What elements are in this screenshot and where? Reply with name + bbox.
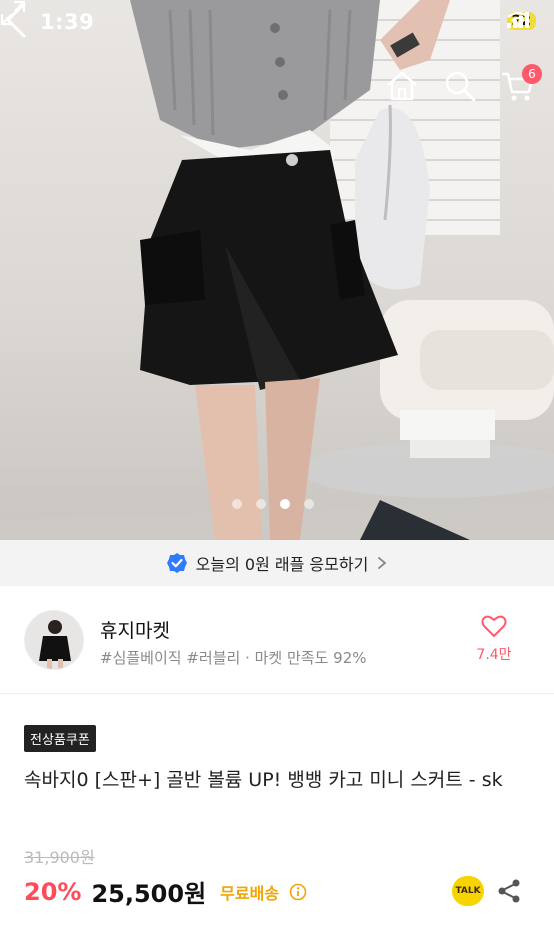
heart-icon bbox=[481, 615, 507, 637]
original-price: 31,900원 bbox=[24, 848, 95, 867]
seller-avatar[interactable] bbox=[24, 610, 84, 670]
like-button[interactable]: 7.4만 bbox=[464, 614, 524, 664]
home-icon[interactable] bbox=[384, 68, 420, 104]
like-count: 7.4만 bbox=[476, 647, 512, 663]
free-shipping-label: 무료배송 bbox=[220, 883, 280, 903]
promo-text: 오늘의 0원 래플 응모하기 bbox=[195, 555, 369, 574]
seller-info[interactable]: 휴지마켓 #심플베이직 #러블리 · 마켓 만족도 92% 7.4만 bbox=[0, 586, 554, 694]
seller-tags: #심플베이직 #러블리 · 마켓 만족도 92% bbox=[100, 649, 367, 667]
seller-name[interactable]: 휴지마켓 bbox=[100, 616, 170, 643]
info-icon[interactable] bbox=[289, 883, 307, 901]
product-title: 속바지0 [스판+] 골반 볼륨 UP! 뱅뱅 카고 미니 스커트 - sk bbox=[24, 769, 503, 791]
share-icon[interactable] bbox=[496, 878, 522, 904]
coupon-badge: 전상품쿠폰 bbox=[24, 725, 96, 752]
gallery-dot[interactable] bbox=[304, 499, 314, 509]
status-time: 1:39 bbox=[40, 10, 95, 34]
cart-button[interactable]: 6 bbox=[500, 64, 542, 104]
product-image-gallery[interactable]: 1:39 22 bbox=[0, 0, 554, 540]
search-icon[interactable] bbox=[442, 68, 478, 104]
chevron-right-icon bbox=[378, 557, 387, 569]
price-row: 20% 25,500원 무료배송 bbox=[24, 874, 307, 909]
kakao-talk-button[interactable]: TALK bbox=[452, 876, 484, 906]
status-bar: 1:39 22 bbox=[0, 0, 554, 48]
expand-icon[interactable] bbox=[0, 0, 26, 26]
wifi-icon bbox=[506, 12, 529, 28]
cart-count-badge: 6 bbox=[522, 64, 542, 84]
gallery-pagination bbox=[232, 499, 314, 509]
gallery-dot[interactable] bbox=[232, 499, 242, 509]
verified-check-icon bbox=[166, 553, 187, 573]
sale-price: 25,500원 bbox=[91, 880, 207, 908]
raffle-promo-banner[interactable]: 오늘의 0원 래플 응모하기 bbox=[0, 540, 554, 586]
discount-rate: 20% bbox=[24, 877, 82, 906]
avatar-image bbox=[39, 620, 71, 669]
gallery-dot[interactable] bbox=[256, 499, 266, 509]
gallery-dot-active[interactable] bbox=[280, 499, 290, 509]
